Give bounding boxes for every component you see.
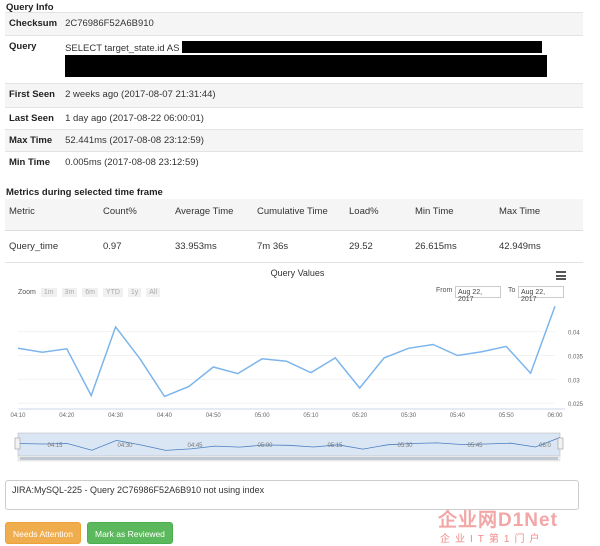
redacted-block <box>65 55 548 77</box>
x-tick-label: 04:30 <box>108 413 124 419</box>
x-tick-label: 05:40 <box>450 413 466 419</box>
navigator-tick-label: 04:30 <box>117 443 133 449</box>
x-tick-label: 04:40 <box>157 413 173 419</box>
max-time-header: Max Time <box>495 199 583 231</box>
last-seen-label: Last Seen <box>5 107 62 130</box>
table-cell: 26.615ms <box>411 230 495 263</box>
query-text: SELECT target_state.id AS <box>65 43 180 54</box>
table-cell: 0.97 <box>99 230 171 263</box>
navigator[interactable]: 04:15 04:30 04:45 05:00 05:15 05:30 05:45 06:0 <box>14 432 564 462</box>
min-time-header: Min Time <box>411 199 495 231</box>
x-tick-label: 05:30 <box>401 413 417 419</box>
query-values-chart: Query Values Zoom 1m 3m 6m YTD 1y All Fr… <box>10 263 584 463</box>
chart-svg: 0.025 0.03 0.035 0.04 04:10 04:20 04:30 04:40 0… <box>10 306 584 462</box>
table-cell: Query_time <box>5 230 99 263</box>
checksum-label: Checksum <box>5 12 62 36</box>
table-cell: 42.949ms <box>495 230 583 263</box>
x-tick-label: 04:50 <box>206 413 222 419</box>
x-tick-label: 05:10 <box>303 413 319 419</box>
x-tick-label: 06:00 <box>547 413 563 419</box>
table-cell: 7m 36s <box>253 230 345 263</box>
navigator-tick-label: 05:00 <box>257 443 273 449</box>
min-time-value: 0.005ms (2017-08-08 23:12:59) <box>61 151 583 174</box>
x-tick-label: 05:20 <box>352 413 368 419</box>
x-tick-label: 05:50 <box>499 413 515 419</box>
watermark-brand: 企业网D1Net <box>438 510 558 531</box>
count-header: Count% <box>99 199 171 231</box>
metrics-title: Metrics during selected time frame <box>6 187 163 198</box>
first-seen-value: 2 weeks ago (2017-08-07 21:31:44) <box>61 83 583 108</box>
redacted-block <box>182 41 543 53</box>
navigator-scrollbar-thumb <box>20 457 558 460</box>
max-time-label: Max Time <box>5 129 62 152</box>
first-seen-label: First Seen <box>5 83 62 108</box>
navigator-tick-label: 04:15 <box>47 443 63 449</box>
checksum-value: 2C76986F52A6B910 <box>61 12 583 36</box>
min-time-label: Min Time <box>5 151 62 174</box>
avg-time-header: Average Time <box>171 199 253 231</box>
navigator-tick-label: 04:45 <box>187 443 203 449</box>
query-label: Query <box>5 35 62 84</box>
y-tick-label: 0.04 <box>568 331 580 337</box>
table-cell: 29.52 <box>345 230 411 263</box>
navigator-tick-label: 06:0 <box>539 443 551 449</box>
y-tick-label: 0.035 <box>568 355 584 361</box>
watermark-slogan: 企业IT第1门户 <box>440 534 545 545</box>
x-tick-label: 04:20 <box>59 413 75 419</box>
mark-as-reviewed-button[interactable]: Mark as Reviewed <box>87 522 173 544</box>
navigator-tick-label: 05:15 <box>327 443 343 449</box>
cumulative-time-header: Cumulative Time <box>253 199 345 231</box>
navigator-tick-label: 05:30 <box>397 443 413 449</box>
table-cell: 33.953ms <box>171 230 253 263</box>
metrics-table: Metric Count% Average Time Cumulative Ti… <box>5 199 583 263</box>
y-tick-label: 0.03 <box>568 378 580 384</box>
table-row: Query_time 0.97 33.953ms 7m 36s 29.52 26… <box>5 230 583 263</box>
series-line <box>17 306 556 398</box>
load-header: Load% <box>345 199 411 231</box>
max-time-value: 52.441ms (2017-08-08 23:12:59) <box>61 129 583 152</box>
needs-attention-button[interactable]: Needs Attention <box>5 522 82 544</box>
x-tick-label: 05:00 <box>255 413 271 419</box>
watermark-logo: 企业网D1Net 企业IT第1门户 <box>438 505 598 545</box>
y-tick-label: 0.025 <box>568 402 584 408</box>
last-seen-value: 1 day ago (2017-08-22 06:00:01) <box>61 107 583 130</box>
navigator-handle-left <box>14 437 21 450</box>
navigator-handle-right <box>557 437 564 450</box>
x-tick-label: 04:10 <box>10 413 26 419</box>
navigator-tick-label: 05:45 <box>467 443 483 449</box>
metric-header: Metric <box>5 199 99 231</box>
query-info-table: Checksum 2C76986F52A6B910 Query SELECT t… <box>5 12 583 174</box>
